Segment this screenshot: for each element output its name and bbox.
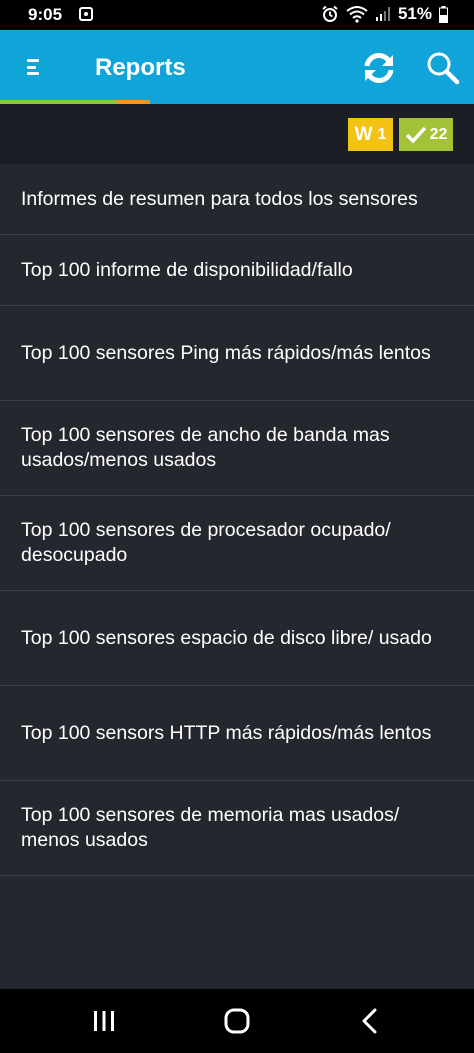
system-nav-bar (0, 989, 474, 1053)
ok-badge[interactable]: 22 (399, 118, 453, 151)
battery-icon (439, 5, 448, 23)
search-button[interactable] (424, 49, 462, 87)
report-item-label: Top 100 sensores de procesador ocupado/ … (21, 519, 391, 566)
status-icons: 51% (321, 4, 448, 24)
back-button[interactable] (330, 989, 410, 1053)
alarm-icon (322, 5, 338, 22)
report-item[interactable]: Top 100 sensors HTTP más rápidos/más len… (0, 686, 474, 781)
report-item-label: Top 100 sensores de ancho de banda mas u… (21, 424, 390, 471)
report-item-label: Top 100 informe de disponibilidad/fallo (21, 258, 353, 281)
menu-icon (27, 59, 39, 75)
report-item-label: Informes de resumen para todos los senso… (21, 187, 418, 210)
report-item-label: Top 100 sensores espacio de disco libre/… (21, 626, 432, 649)
warning-letter: W (354, 123, 373, 145)
recent-apps-icon (94, 1011, 114, 1031)
page-title: Reports (95, 54, 186, 81)
status-summary-bar: W 1 22 (0, 104, 474, 164)
notification-icon (79, 7, 93, 21)
report-item[interactable]: Top 100 sensores de procesador ocupado/ … (0, 496, 474, 591)
recent-apps-button[interactable] (64, 989, 144, 1053)
menu-button[interactable] (18, 52, 48, 82)
warning-count: 1 (377, 125, 387, 143)
app-bar: Reports (0, 30, 474, 104)
refresh-button[interactable] (360, 49, 398, 87)
report-item[interactable]: Top 100 sensores de ancho de banda mas u… (0, 401, 474, 496)
report-item-label: Top 100 sensors HTTP más rápidos/más len… (21, 721, 432, 744)
home-button[interactable] (197, 989, 277, 1053)
status-time: 9:05 (28, 5, 63, 24)
report-item-label: Top 100 sensores de memoria mas usados/ … (21, 804, 400, 851)
refresh-icon (364, 53, 394, 83)
signal-icon (375, 7, 390, 21)
screen: 9:05 51% Reports W 1 22 Informes de resu… (0, 0, 474, 1053)
ok-count: 22 (429, 125, 448, 143)
home-icon (224, 1008, 250, 1034)
wifi-icon (346, 6, 368, 23)
status-bar: 9:05 51% (0, 0, 474, 30)
report-item[interactable]: Top 100 sensores de memoria mas usados/ … (0, 781, 474, 876)
warning-badge[interactable]: W 1 (348, 118, 393, 151)
search-icon (427, 52, 460, 85)
report-item[interactable]: Informes de resumen para todos los senso… (0, 164, 474, 235)
checkmark-icon (405, 126, 426, 144)
report-item[interactable]: Top 100 informe de disponibilidad/fallo (0, 235, 474, 306)
report-list: Informes de resumen para todos los senso… (0, 164, 474, 876)
report-item-label: Top 100 sensores Ping más rápidos/más le… (21, 341, 431, 364)
report-item[interactable]: Top 100 sensores Ping más rápidos/más le… (0, 306, 474, 401)
report-item[interactable]: Top 100 sensores espacio de disco libre/… (0, 591, 474, 686)
back-icon (362, 1008, 377, 1034)
battery-percent: 51% (397, 4, 432, 23)
